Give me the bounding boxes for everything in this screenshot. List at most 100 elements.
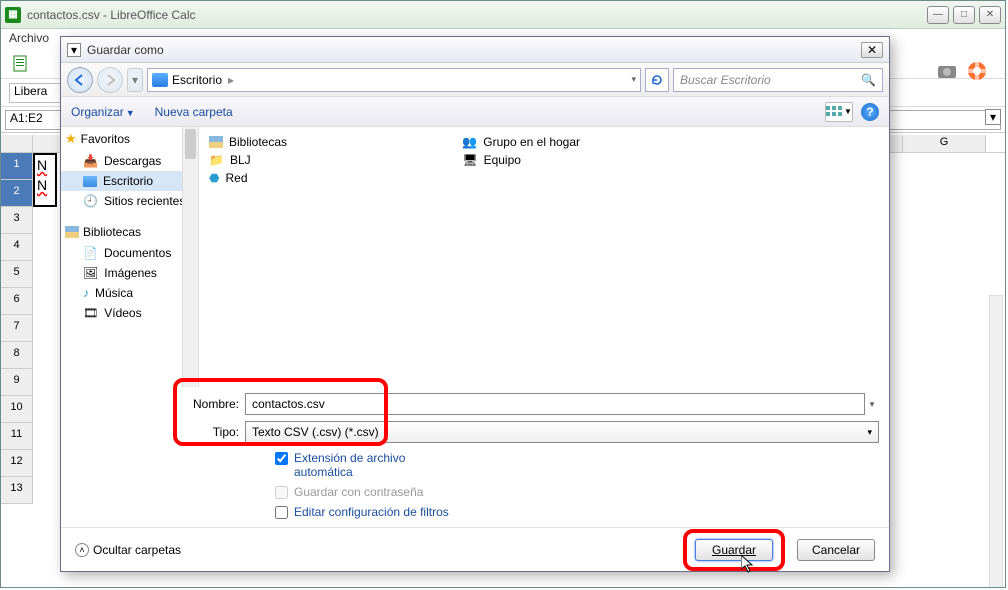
libraries-icon	[209, 136, 223, 148]
dialog-close-button[interactable]: ✕	[861, 42, 883, 58]
row-header-11[interactable]: 11	[1, 423, 33, 450]
row-header-6[interactable]: 6	[1, 288, 33, 315]
selected-cells[interactable]: N N	[33, 153, 57, 207]
new-folder-button[interactable]: Nueva carpeta	[155, 105, 233, 119]
row-header-9[interactable]: 9	[1, 369, 33, 396]
organize-menu[interactable]: Organizar▼	[71, 105, 135, 119]
row-header-8[interactable]: 8	[1, 342, 33, 369]
row-header-3[interactable]: 3	[1, 207, 33, 234]
desktop-folder-icon	[83, 176, 97, 187]
cancel-button[interactable]: Cancelar	[797, 539, 875, 561]
auto-extension-label: Extensión de archivo automática	[294, 451, 455, 479]
location-breadcrumb[interactable]: Escritorio ▸ ▾	[147, 68, 641, 92]
maximize-button[interactable]: □	[953, 6, 975, 24]
help-button[interactable]: ?	[861, 103, 879, 121]
libraries-section[interactable]: Bibliotecas	[61, 221, 198, 243]
row-header-7[interactable]: 7	[1, 315, 33, 342]
save-form-area: Nombre: ▾ Tipo: Texto CSV (.csv) (*.csv)…	[61, 387, 889, 533]
password-checkbox	[275, 486, 288, 499]
row-header-10[interactable]: 10	[1, 396, 33, 423]
calc-app-icon: ▦	[5, 7, 21, 23]
refresh-button[interactable]	[645, 68, 669, 92]
nav-history-dropdown[interactable]: ▾	[127, 68, 143, 92]
nav-back-button[interactable]	[67, 67, 93, 93]
password-checkbox-row: Guardar con contraseña	[275, 485, 455, 499]
row-header-2[interactable]: 2	[1, 180, 33, 207]
file-item-blj[interactable]: 📁BLJ	[209, 151, 459, 169]
save-as-dialog: ▾ Guardar como ✕ ▾ Escritorio ▸ ▾ Buscar…	[60, 36, 890, 572]
dialog-title: Guardar como	[87, 43, 861, 57]
desktop-location-icon	[152, 73, 168, 87]
auto-extension-checkbox-row[interactable]: Extensión de archivo automática	[275, 451, 455, 479]
window-title: contactos.csv - LibreOffice Calc	[27, 8, 927, 22]
sidebar-music[interactable]: ♪ Música	[61, 283, 198, 303]
camera-icon[interactable]	[937, 61, 957, 81]
dialog-system-icon: ▾	[67, 43, 81, 57]
auto-extension-checkbox[interactable]	[275, 452, 288, 465]
breadcrumb-text: Escritorio	[172, 73, 222, 87]
cell-a2[interactable]: N	[35, 175, 55, 195]
file-list-pane[interactable]: Bibliotecas 📁BLJ ⬣Red 👥Grupo en el hogar…	[199, 127, 889, 387]
star-icon: ★	[65, 131, 77, 147]
highlight-annotation-save: Guardar	[683, 529, 785, 571]
sidebar-recent[interactable]: 🕘 Sitios recientes	[61, 191, 198, 211]
vertical-scrollbar[interactable]	[989, 295, 1003, 587]
close-button[interactable]: ✕	[979, 6, 1001, 24]
row-header-13[interactable]: 13	[1, 477, 33, 504]
row-header-1[interactable]: 1	[1, 153, 33, 180]
chevron-down-icon: ▾	[867, 427, 872, 438]
main-titlebar: ▦ contactos.csv - LibreOffice Calc — □ ✕	[1, 1, 1005, 29]
filename-label: Nombre:	[181, 397, 239, 411]
homegroup-icon: 👥	[462, 135, 477, 149]
sidebar-downloads[interactable]: 📥 Descargas	[61, 151, 198, 171]
row-header-5[interactable]: 5	[1, 261, 33, 288]
hide-folders-toggle[interactable]: ˄ Ocultar carpetas	[75, 543, 181, 557]
filetype-combo[interactable]: Texto CSV (.csv) (*.csv) ▾	[245, 421, 879, 443]
select-all-corner[interactable]	[1, 135, 33, 152]
music-icon: ♪	[83, 286, 89, 300]
sidebar-desktop[interactable]: Escritorio	[61, 171, 198, 191]
sidebar-documents[interactable]: 📄 Documentos	[61, 243, 198, 263]
file-item-bibliotecas[interactable]: Bibliotecas	[209, 133, 459, 151]
filter-settings-checkbox-row[interactable]: Editar configuración de filtros	[275, 505, 455, 519]
filename-input[interactable]	[245, 393, 865, 415]
menu-file[interactable]: Archivo	[9, 31, 49, 45]
row-header-4[interactable]: 4	[1, 234, 33, 261]
row-header-12[interactable]: 12	[1, 450, 33, 477]
recent-icon: 🕘	[83, 194, 98, 208]
filename-dropdown-icon[interactable]: ▾	[865, 399, 879, 410]
favorites-section[interactable]: ★ Favoritos	[61, 127, 198, 151]
file-item-red[interactable]: ⬣Red	[209, 169, 459, 187]
minimize-button[interactable]: —	[927, 6, 949, 24]
filter-settings-checkbox[interactable]	[275, 506, 288, 519]
search-input[interactable]: Buscar Escritorio 🔍	[673, 68, 883, 92]
file-item-computer[interactable]: 🖥Equipo	[462, 151, 712, 169]
libraries-icon	[65, 226, 79, 238]
col-header-g[interactable]: G	[903, 135, 986, 152]
documents-icon: 📄	[83, 246, 98, 260]
cell-a1[interactable]: N	[35, 155, 55, 175]
dialog-titlebar: ▾ Guardar como ✕	[61, 37, 889, 63]
new-doc-icon[interactable]	[11, 54, 31, 74]
computer-icon: 🖥	[462, 153, 477, 167]
sidebar-videos[interactable]: 🎞 Vídeos	[61, 303, 198, 323]
search-icon: 🔍	[861, 73, 876, 87]
downloads-icon: 📥	[83, 154, 98, 168]
breadcrumb-chevron-icon[interactable]: ▸	[228, 73, 234, 87]
save-button[interactable]: Guardar	[695, 539, 773, 561]
nav-forward-button[interactable]	[97, 67, 123, 93]
search-placeholder: Buscar Escritorio	[680, 73, 771, 87]
network-icon: ⬣	[209, 171, 219, 185]
sidebar-scrollbar[interactable]	[182, 127, 198, 387]
dialog-footer: ˄ Ocultar carpetas Guardar Cancelar	[61, 527, 889, 571]
file-item-homegroup[interactable]: 👥Grupo en el hogar	[462, 133, 712, 151]
breadcrumb-dropdown-icon[interactable]: ▾	[631, 74, 636, 85]
help-lifesaver-icon[interactable]	[967, 61, 987, 81]
view-mode-button[interactable]: ▼	[825, 102, 853, 122]
sidebar-images[interactable]: 🖼 Imágenes	[61, 263, 198, 283]
chevron-up-icon: ˄	[75, 543, 89, 557]
images-icon: 🖼	[83, 266, 98, 280]
filetype-label: Tipo:	[181, 425, 239, 439]
sidebar-toggle[interactable]: ▾	[985, 109, 1001, 125]
filter-settings-label: Editar configuración de filtros	[294, 505, 449, 519]
